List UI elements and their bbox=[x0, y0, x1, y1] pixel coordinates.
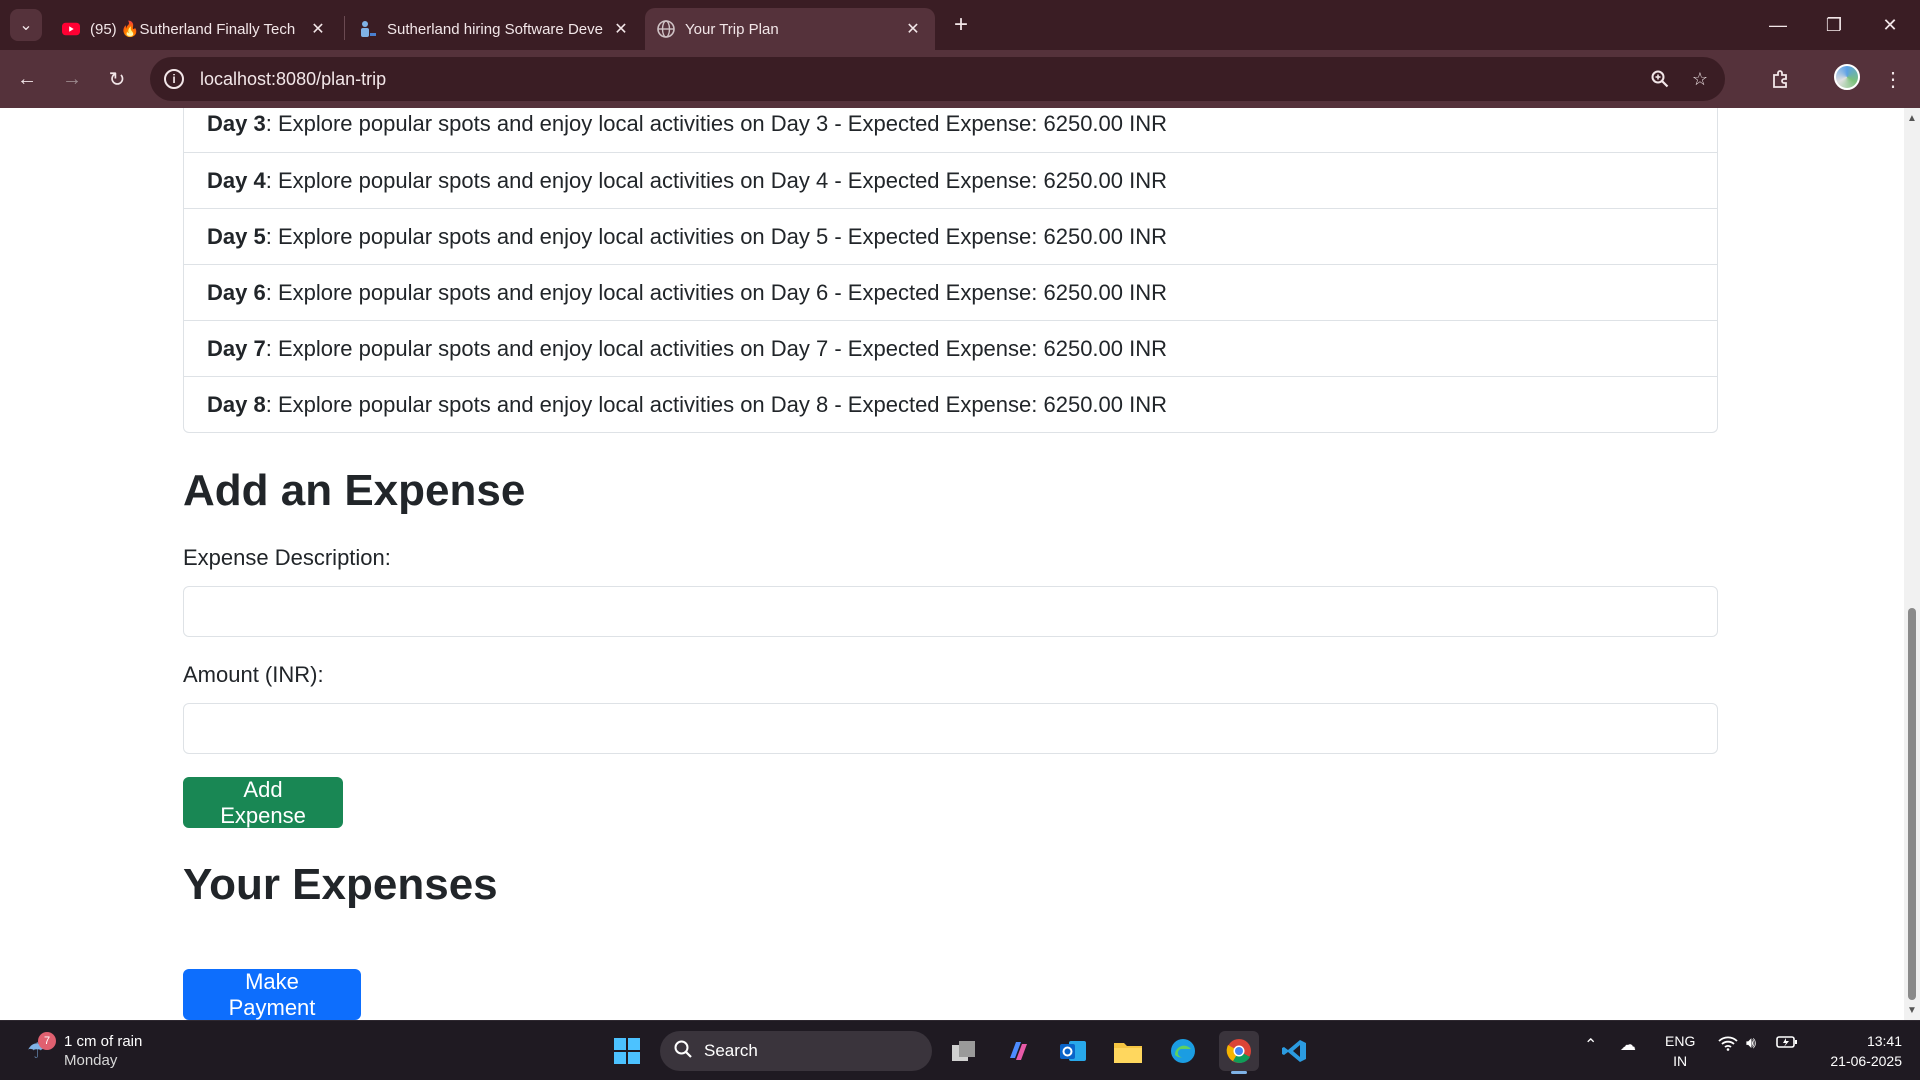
amount-input[interactable] bbox=[183, 703, 1718, 754]
chevron-down-icon: ⌄ bbox=[19, 17, 33, 34]
region-code: IN bbox=[1673, 1053, 1688, 1069]
page-viewport: Day 3: Explore popular spots and enjoy l… bbox=[0, 108, 1904, 1020]
day-label: Day 8 bbox=[207, 391, 266, 417]
vertical-scrollbar[interactable]: ▲ ▼ bbox=[1904, 108, 1920, 1020]
window-close-icon[interactable]: ✕ bbox=[1862, 0, 1918, 50]
tab-youtube[interactable]: (95) 🔥Sutherland Finally Tech Hiring ✕ bbox=[50, 8, 340, 50]
day-label: Day 6 bbox=[207, 279, 266, 305]
expense-description-label: Expense Description: bbox=[183, 545, 391, 570]
language-code: ENG bbox=[1665, 1033, 1696, 1049]
clock-date: 21-06-2025 bbox=[1830, 1053, 1902, 1069]
site-info-icon[interactable]: i bbox=[164, 69, 184, 89]
tab-search-button[interactable]: ⌄ bbox=[10, 9, 42, 41]
browser-toolbar: ← → ↻ i localhost:8080/plan-trip ☆ ⋮ bbox=[0, 50, 1920, 108]
vscode-icon[interactable] bbox=[1274, 1031, 1314, 1071]
back-icon[interactable]: ← bbox=[11, 63, 43, 95]
list-item: Day 3: Explore popular spots and enjoy l… bbox=[184, 108, 1717, 152]
reload-icon[interactable]: ↻ bbox=[101, 63, 133, 95]
taskbar-search-box[interactable]: Search bbox=[660, 1031, 932, 1071]
language-indicator[interactable]: ENG IN bbox=[1665, 1031, 1695, 1071]
day-description: : Explore popular spots and enjoy local … bbox=[265, 391, 1168, 417]
extensions-icon[interactable] bbox=[1765, 63, 1797, 95]
tab-title: Sutherland hiring Software Developer bbox=[387, 20, 603, 38]
make-payment-button[interactable]: Make Payment bbox=[183, 969, 361, 1020]
screen: ⌄ (95) 🔥Sutherland Finally Tech Hiring ✕… bbox=[0, 0, 1920, 1080]
list-item: Day 6: Explore popular spots and enjoy l… bbox=[184, 264, 1717, 320]
weather-widget[interactable]: ☂ 7 1 cm of rain Monday bbox=[22, 1029, 142, 1073]
minimize-icon[interactable]: — bbox=[1750, 0, 1806, 50]
menu-icon[interactable]: ⋮ bbox=[1877, 63, 1909, 95]
expense-description-input[interactable] bbox=[183, 586, 1718, 637]
close-icon[interactable]: ✕ bbox=[903, 19, 923, 39]
globe-icon bbox=[657, 20, 675, 38]
taskbar: ☂ 7 1 cm of rain Monday Search ⌃ ☁ ENG I… bbox=[0, 1020, 1920, 1080]
day-description: : Explore popular spots and enjoy local … bbox=[265, 111, 1168, 136]
url-text[interactable]: localhost:8080/plan-trip bbox=[200, 69, 1645, 90]
tab-trip-plan[interactable]: Your Trip Plan ✕ bbox=[645, 8, 935, 50]
forward-icon[interactable]: → bbox=[56, 63, 88, 95]
scroll-up-icon[interactable]: ▲ bbox=[1904, 110, 1920, 126]
volume-icon[interactable]: 🔊︎ bbox=[1746, 1035, 1756, 1053]
task-view-icon[interactable] bbox=[944, 1031, 984, 1071]
list-item: Day 4: Explore popular spots and enjoy l… bbox=[184, 152, 1717, 208]
address-bar[interactable]: i localhost:8080/plan-trip ☆ bbox=[150, 57, 1725, 101]
day-description: : Explore popular spots and enjoy local … bbox=[265, 223, 1168, 249]
day-label: Day 5 bbox=[207, 223, 266, 249]
profile-avatar[interactable] bbox=[1834, 64, 1860, 90]
tab-title: (95) 🔥Sutherland Finally Tech Hiring bbox=[90, 21, 300, 38]
file-explorer-icon[interactable] bbox=[1108, 1031, 1148, 1071]
wifi-icon[interactable] bbox=[1718, 1035, 1738, 1051]
battery-icon[interactable] bbox=[1776, 1035, 1798, 1049]
scrollbar-thumb[interactable] bbox=[1908, 608, 1916, 1000]
bookmark-star-icon[interactable]: ☆ bbox=[1685, 64, 1715, 94]
your-expenses-heading: Your Expenses bbox=[183, 860, 498, 909]
amount-label: Amount (INR): bbox=[183, 662, 324, 687]
zoom-icon[interactable] bbox=[1645, 64, 1675, 94]
search-label: Search bbox=[704, 1041, 758, 1060]
day-label: Day 3 bbox=[207, 111, 266, 136]
day-description: : Explore popular spots and enjoy local … bbox=[265, 335, 1168, 361]
tab-job-listing[interactable]: Sutherland hiring Software Developer ✕ bbox=[347, 8, 643, 50]
itinerary-list: Day 3: Explore popular spots and enjoy l… bbox=[183, 108, 1718, 433]
list-item: Day 5: Explore popular spots and enjoy l… bbox=[184, 208, 1717, 264]
add-expense-heading: Add an Expense bbox=[183, 466, 526, 515]
tab-strip: ⌄ (95) 🔥Sutherland Finally Tech Hiring ✕… bbox=[0, 0, 1920, 50]
restore-icon[interactable]: ❐ bbox=[1806, 0, 1862, 50]
tab-title: Your Trip Plan bbox=[685, 20, 779, 38]
onedrive-icon[interactable]: ☁ bbox=[1620, 1035, 1636, 1055]
new-tab-button[interactable]: + bbox=[948, 11, 974, 38]
edge-icon[interactable] bbox=[1163, 1031, 1203, 1071]
add-expense-button[interactable]: Add Expense bbox=[183, 777, 343, 828]
scroll-down-icon[interactable]: ▼ bbox=[1904, 1002, 1920, 1018]
job-site-icon bbox=[359, 20, 377, 38]
active-app-indicator bbox=[1231, 1071, 1247, 1074]
search-icon bbox=[674, 1040, 692, 1063]
day-label: Day 4 bbox=[207, 167, 266, 193]
close-icon[interactable]: ✕ bbox=[308, 19, 328, 39]
day-label: Day 7 bbox=[207, 335, 266, 361]
chevron-up-icon[interactable]: ⌃ bbox=[1584, 1035, 1597, 1055]
list-item: Day 8: Explore popular spots and enjoy l… bbox=[184, 376, 1717, 432]
youtube-icon bbox=[62, 20, 80, 38]
chrome-icon[interactable] bbox=[1219, 1031, 1259, 1071]
weather-badge: 7 bbox=[38, 1032, 56, 1050]
close-icon[interactable]: ✕ bbox=[611, 19, 631, 39]
system-clock[interactable]: 13:41 21-06-2025 bbox=[1812, 1031, 1902, 1071]
rain-umbrella-icon: ☂ 7 bbox=[22, 1032, 56, 1066]
clock-time: 13:41 bbox=[1866, 1033, 1902, 1049]
list-item: Day 7: Explore popular spots and enjoy l… bbox=[184, 320, 1717, 376]
weather-summary: 1 cm of rain bbox=[64, 1033, 143, 1050]
copilot-icon[interactable] bbox=[998, 1031, 1038, 1071]
windows-start-icon[interactable] bbox=[607, 1031, 647, 1071]
day-description: : Explore popular spots and enjoy local … bbox=[265, 167, 1168, 193]
tab-divider bbox=[344, 16, 345, 40]
outlook-icon[interactable] bbox=[1053, 1031, 1093, 1071]
weather-day: Monday bbox=[64, 1052, 118, 1069]
day-description: : Explore popular spots and enjoy local … bbox=[265, 279, 1168, 305]
